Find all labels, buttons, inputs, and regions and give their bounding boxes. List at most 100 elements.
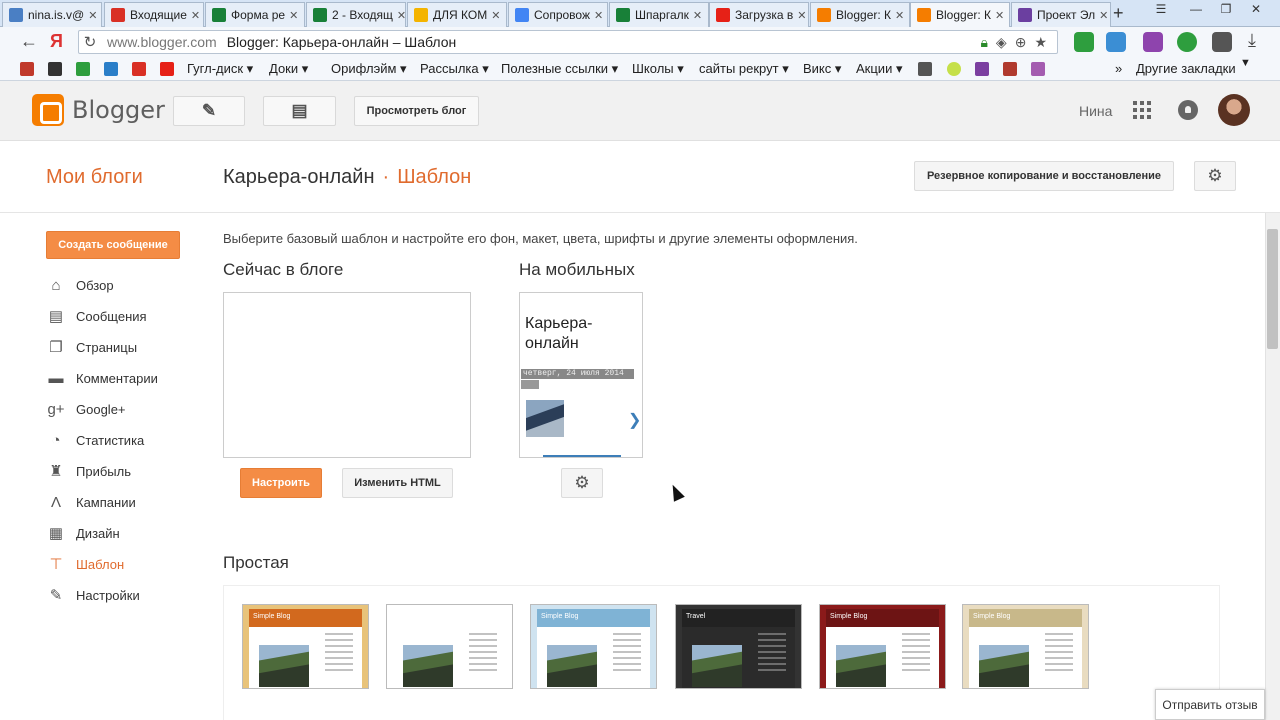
zoom-icon[interactable]: ⊕: [1015, 34, 1027, 51]
browser-tab[interactable]: Blogger: К ✕: [810, 2, 910, 27]
close-window-icon[interactable]: ✕: [1245, 2, 1267, 20]
more-bookmarks-chevron-icon[interactable]: »: [1115, 61, 1122, 76]
sidebar-item[interactable]: ♜ Прибыль: [46, 461, 131, 481]
posts-list-button[interactable]: ▤: [263, 96, 336, 126]
browser-tab[interactable]: Загрузка в ✕: [709, 2, 809, 27]
sidebar-item[interactable]: ▬ Комментарии: [46, 368, 158, 388]
blog-name[interactable]: Карьера-онлайн: [223, 166, 375, 188]
blogger-logo-icon[interactable]: [32, 94, 64, 126]
bookmark-icon[interactable]: [104, 62, 118, 76]
tab-close-icon[interactable]: ✕: [487, 9, 500, 22]
browser-tab[interactable]: Проект Эл ✕: [1011, 2, 1111, 27]
bookmark-folder[interactable]: Акции ▾: [856, 61, 902, 77]
bookmark-folder[interactable]: Рассылка ▾: [420, 61, 489, 77]
sidebar-item[interactable]: ✎ Настройки: [46, 585, 140, 605]
notifications-icon[interactable]: [1178, 100, 1198, 120]
user-name[interactable]: Нина: [1079, 103, 1112, 119]
star-icon[interactable]: ★: [1034, 34, 1047, 51]
send-feedback-button[interactable]: Отправить отзыв: [1155, 689, 1265, 720]
customize-button[interactable]: Настроить: [240, 468, 322, 498]
bookmark-folder[interactable]: Школы ▾: [632, 61, 684, 77]
browser-tab[interactable]: Сопровож ✕: [508, 2, 608, 27]
bookmark-folder[interactable]: Гугл-диск ▾: [187, 61, 253, 77]
edit-html-button[interactable]: Изменить HTML: [342, 468, 453, 498]
bookmark-folder[interactable]: сайты рекрут ▾: [699, 61, 789, 77]
template-thumbnail[interactable]: Simple Blog: [530, 604, 657, 689]
settings-button[interactable]: ⚙: [1194, 161, 1236, 191]
download-icon[interactable]: ⤓: [1248, 30, 1256, 51]
minimize-icon[interactable]: —: [1185, 2, 1207, 20]
extension-circle-icon[interactable]: [1177, 32, 1197, 52]
bookmark-icon[interactable]: [918, 62, 932, 76]
sidebar-item[interactable]: ❐ Страницы: [46, 337, 137, 357]
desktop-preview[interactable]: [223, 292, 471, 458]
browser-tab[interactable]: Blogger: К ✕: [910, 2, 1010, 27]
tab-close-icon[interactable]: ✕: [393, 9, 405, 22]
extension-feather-icon[interactable]: [1143, 32, 1163, 52]
avatar[interactable]: [1218, 94, 1250, 126]
tab-close-icon[interactable]: ✕: [590, 9, 603, 22]
reload-icon[interactable]: ↻: [79, 33, 101, 51]
browser-tab[interactable]: Шпаргалк ✕: [609, 2, 709, 27]
shield-icon[interactable]: ◈: [996, 34, 1007, 51]
template-thumbnail[interactable]: [386, 604, 513, 689]
bookmark-icon[interactable]: [76, 62, 90, 76]
bookmark-icon[interactable]: [1031, 62, 1045, 76]
sidebar-item[interactable]: ▤ Сообщения: [46, 306, 147, 326]
bookmark-icon[interactable]: [1003, 62, 1017, 76]
back-icon[interactable]: ←: [20, 31, 38, 52]
template-thumbnail[interactable]: Simple Blog: [819, 604, 946, 689]
create-post-button[interactable]: Создать сообщение: [46, 231, 180, 259]
blogger-logo-text[interactable]: Blogger: [72, 96, 165, 124]
my-blogs-link[interactable]: Мои блоги: [46, 166, 143, 189]
scrollbar-thumb[interactable]: [1267, 229, 1278, 349]
browser-tab[interactable]: Форма ре ✕: [205, 2, 305, 27]
bookmark-icon[interactable]: [975, 62, 989, 76]
tab-close-icon[interactable]: ✕: [689, 9, 702, 22]
tab-close-icon[interactable]: ✕: [84, 9, 97, 22]
sidebar-item[interactable]: g+ Google+: [46, 399, 125, 419]
yandex-icon[interactable]: Я: [50, 31, 63, 52]
chevron-down-icon[interactable]: ▼: [1240, 57, 1251, 69]
gmail-bookmark-icon[interactable]: [132, 62, 146, 76]
backup-restore-button[interactable]: Резервное копирование и восстановление: [914, 161, 1174, 191]
sidebar-item[interactable]: ⊤ Шаблон: [46, 554, 124, 574]
browser-tab[interactable]: 2 - Входящ ✕: [306, 2, 406, 27]
tab-close-icon[interactable]: ✕: [991, 9, 1004, 22]
sidebar-item[interactable]: ◔ Статистика: [46, 430, 144, 450]
template-thumbnail[interactable]: Simple Blog: [962, 604, 1089, 689]
youtube-bookmark-icon[interactable]: [160, 62, 174, 76]
apps-grid-icon[interactable]: [1133, 101, 1151, 119]
browser-tab[interactable]: nina.is.v@ ✕: [2, 2, 102, 27]
extension-shield-icon[interactable]: [1074, 32, 1094, 52]
other-bookmarks[interactable]: Другие закладки: [1136, 61, 1236, 76]
browser-tab[interactable]: ДЛЯ КОМ ✕: [407, 2, 507, 27]
bookmark-icon[interactable]: [48, 62, 62, 76]
new-tab-button[interactable]: +: [1113, 3, 1124, 24]
sidebar-item[interactable]: ⌂ Обзор: [46, 275, 113, 295]
tab-close-icon[interactable]: ✕: [793, 9, 806, 22]
bookmark-folder[interactable]: Орифлэйм ▾: [331, 61, 407, 77]
tab-close-icon[interactable]: ✕: [1095, 9, 1108, 22]
tab-close-icon[interactable]: ✕: [187, 9, 200, 22]
bookmark-folder[interactable]: Доки ▾: [269, 61, 308, 77]
mobile-settings-button[interactable]: ⚙: [561, 468, 603, 498]
extension-flag-icon[interactable]: [1106, 32, 1126, 52]
tab-close-icon[interactable]: ✕: [285, 9, 298, 22]
sidebar-item[interactable]: ▦ Дизайн: [46, 523, 120, 543]
maximize-icon[interactable]: ❐: [1215, 2, 1237, 20]
bookmark-icon[interactable]: [20, 62, 34, 76]
bookmark-folder[interactable]: Полезные ссылки ▾: [501, 61, 618, 77]
bookmark-folder[interactable]: Викс ▾: [803, 61, 841, 77]
view-blog-button[interactable]: Просмотреть блог: [354, 96, 479, 126]
sidebar-item[interactable]: Λ Кампании: [46, 492, 136, 512]
address-bar[interactable]: ↻ www.blogger.com Blogger: Карьера-онлай…: [78, 30, 1058, 54]
tab-close-icon[interactable]: ✕: [891, 9, 904, 22]
template-thumbnail[interactable]: Simple Blog: [242, 604, 369, 689]
browser-tab[interactable]: Входящие ✕: [104, 2, 204, 27]
new-post-button[interactable]: ✎: [173, 96, 245, 126]
menu-icon[interactable]: ☰: [1150, 2, 1172, 20]
extension-hand-icon[interactable]: [1212, 32, 1232, 52]
bookmark-icon[interactable]: [947, 62, 961, 76]
template-thumbnail[interactable]: Travel: [675, 604, 802, 689]
